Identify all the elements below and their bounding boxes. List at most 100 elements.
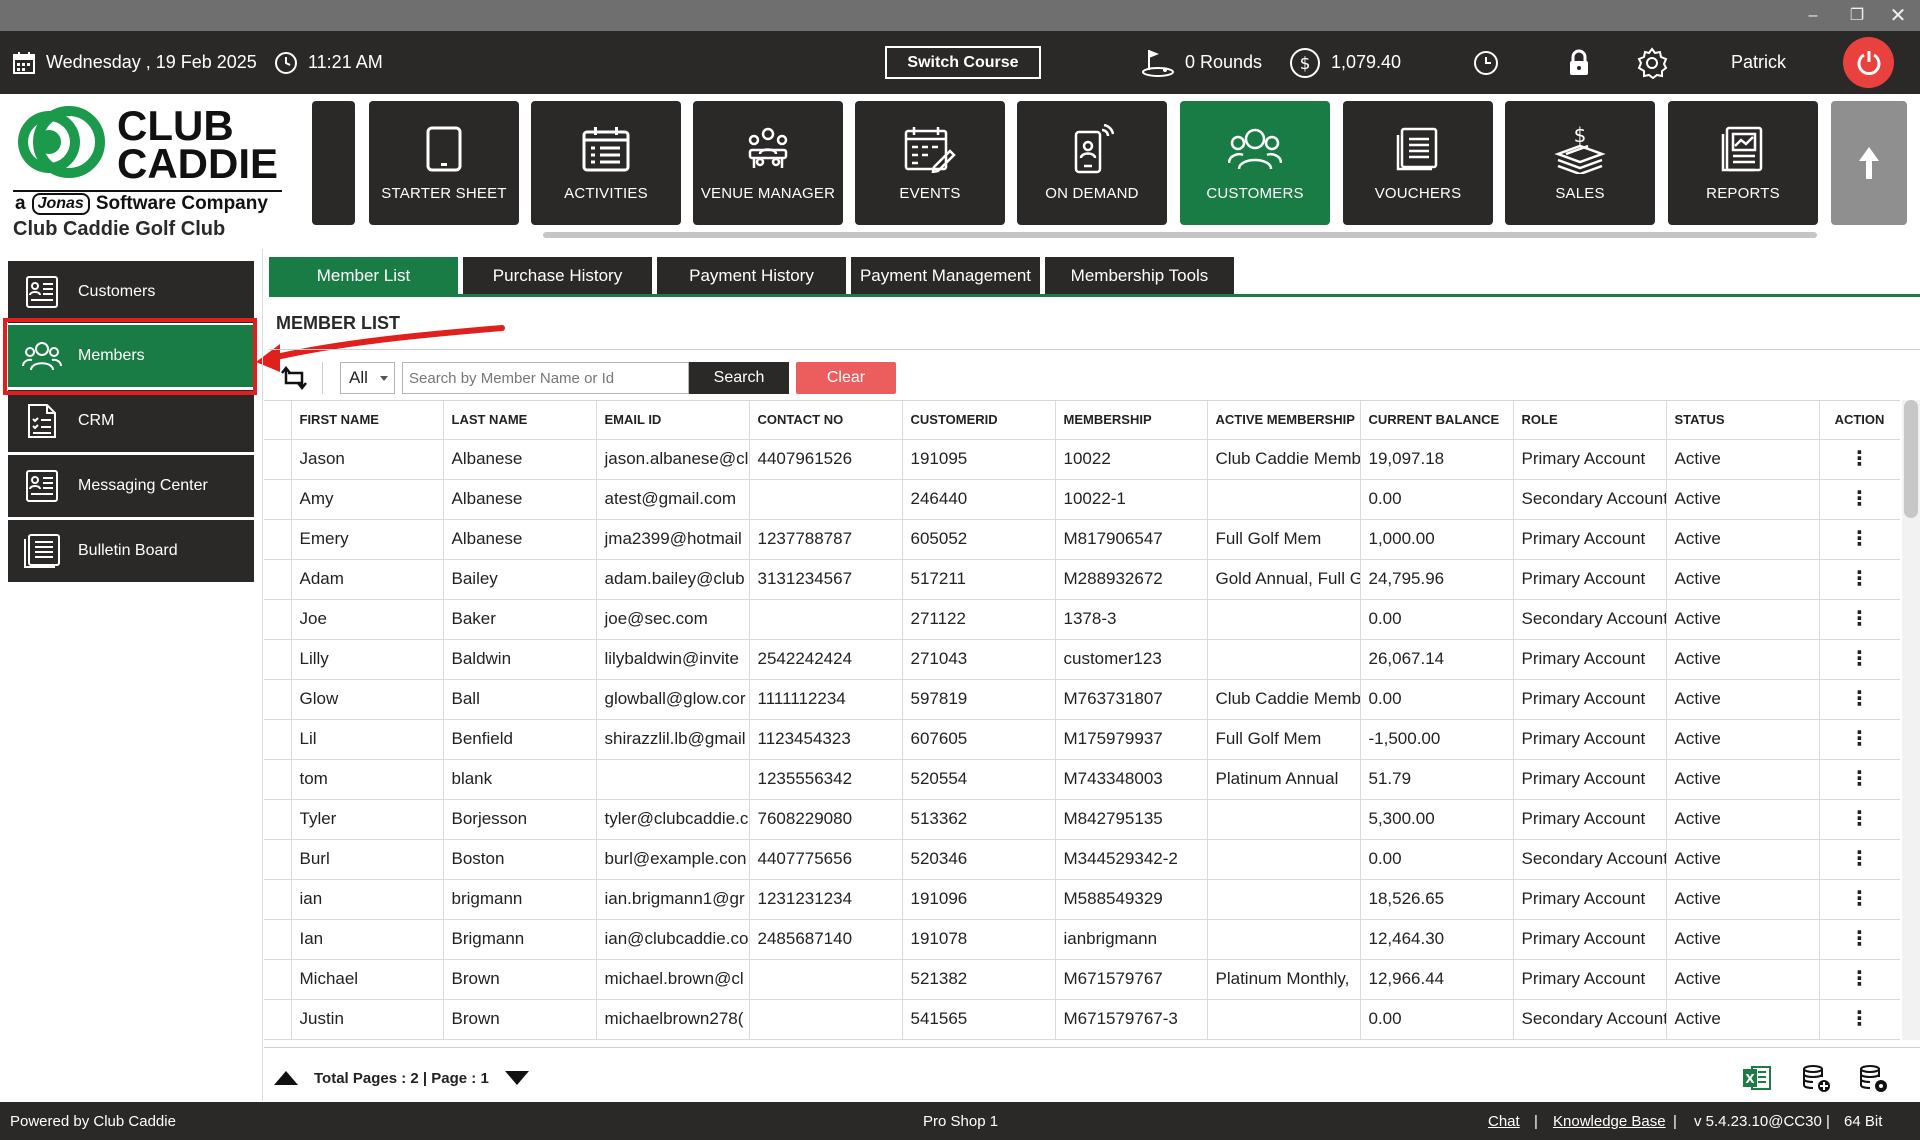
kebab-menu-icon[interactable]: ⋮ [1850, 968, 1870, 990]
kebab-menu-icon[interactable]: ⋮ [1850, 528, 1870, 550]
table-row[interactable]: Lil Benfield shirazzlil.lb@gmail 1123454323… [264, 719, 1900, 760]
kebab-menu-icon[interactable]: ⋮ [1850, 848, 1870, 870]
kebab-menu-icon[interactable]: ⋮ [1850, 768, 1870, 790]
row-selector[interactable] [264, 839, 292, 880]
member-filter-select[interactable]: All [340, 362, 395, 394]
module-scrollbar[interactable] [543, 232, 1817, 238]
next-page-icon[interactable] [504, 1071, 529, 1085]
row-action-menu[interactable]: ⋮ [1819, 479, 1900, 520]
kebab-menu-icon[interactable]: ⋮ [1850, 488, 1870, 510]
table-row[interactable]: Ian Brigmann ian@clubcaddie.co 2485687140 19… [264, 919, 1900, 960]
row-selector[interactable] [264, 759, 292, 800]
rounds-display[interactable]: 0 Rounds [1141, 31, 1262, 94]
chat-link-text[interactable]: Chat [1488, 1113, 1520, 1130]
row-action-menu[interactable]: ⋮ [1819, 559, 1900, 600]
row-selector[interactable] [264, 559, 292, 600]
table-row[interactable]: Jason Albanese jason.albanese@cl 4407961526… [264, 439, 1900, 480]
refresh-button[interactable] [276, 362, 312, 394]
row-action-menu[interactable]: ⋮ [1819, 959, 1900, 1000]
module-tile-venue-manager[interactable]: VENUE MANAGER [693, 101, 843, 225]
row-selector[interactable] [264, 519, 292, 560]
history-clock-icon[interactable] [1473, 31, 1499, 94]
kebab-menu-icon[interactable]: ⋮ [1850, 808, 1870, 830]
row-action-menu[interactable]: ⋮ [1819, 679, 1900, 720]
row-action-menu[interactable]: ⋮ [1819, 919, 1900, 960]
tab-member-list[interactable]: Member List [269, 257, 458, 295]
row-action-menu[interactable]: ⋮ [1819, 999, 1900, 1040]
column-header[interactable]: ROLE [1513, 401, 1667, 440]
row-action-menu[interactable]: ⋮ [1819, 799, 1900, 840]
lock-icon[interactable] [1567, 31, 1591, 94]
prev-page-icon[interactable] [274, 1071, 298, 1085]
table-row[interactable]: Tyler Borjesson tyler@clubcaddie.c 76082290… [264, 799, 1900, 840]
power-button[interactable] [1843, 37, 1894, 88]
chat-link[interactable]: Chat [1488, 1102, 1520, 1140]
row-selector[interactable] [264, 919, 292, 960]
table-row[interactable]: Glow Ball glowball@glow.cor 1111112234 59781… [264, 679, 1900, 720]
switch-course-button[interactable]: Switch Course [885, 46, 1041, 79]
user-name[interactable]: Patrick [1731, 31, 1786, 94]
row-selector[interactable] [264, 679, 292, 720]
column-header[interactable]: CUSTOMERID [902, 401, 1056, 440]
module-tile-on-demand[interactable]: ON DEMAND [1017, 101, 1167, 225]
table-row[interactable]: Emery Albanese jma2399@hotmail 1237788787 60… [264, 519, 1900, 560]
kebab-menu-icon[interactable]: ⋮ [1850, 688, 1870, 710]
row-action-menu[interactable]: ⋮ [1819, 519, 1900, 560]
row-selector[interactable] [264, 639, 292, 680]
balance-display[interactable]: $ 1,079.40 [1289, 31, 1401, 94]
tab-payment-management[interactable]: Payment Management [851, 257, 1040, 295]
column-header[interactable]: ACTIVE MEMBERSHIP [1207, 401, 1361, 440]
column-header[interactable]: CONTACT NO [749, 401, 903, 440]
sidebar-item-customers[interactable]: Customers [8, 261, 254, 323]
knowledge-base-link-text[interactable]: Knowledge Base [1553, 1113, 1666, 1130]
row-action-menu[interactable]: ⋮ [1819, 759, 1900, 800]
row-selector[interactable] [264, 599, 292, 640]
sidebar-item-crm[interactable]: CRM [8, 390, 254, 452]
module-tile-reports[interactable]: REPORTS [1668, 101, 1818, 225]
module-tile-sales[interactable]: $ SALES [1505, 101, 1655, 225]
table-row[interactable]: Burl Boston burl@example.con 4407775656 5203… [264, 839, 1900, 880]
database-settings-icon[interactable] [1857, 1062, 1889, 1094]
table-row[interactable]: Justin Brown michaelbrown278(541565 M671579… [264, 999, 1900, 1040]
row-action-menu[interactable]: ⋮ [1819, 719, 1900, 760]
row-action-menu[interactable]: ⋮ [1819, 839, 1900, 880]
close-icon[interactable]: ✕ [1883, 4, 1913, 28]
collapse-up-button[interactable] [1831, 101, 1907, 225]
table-row[interactable]: Amy Albanese atest@gmail.com 246440 10022-1 0… [264, 479, 1900, 520]
table-row[interactable]: ian brigmann ian.brigmann1@gr 1231231234 191… [264, 879, 1900, 920]
kebab-menu-icon[interactable]: ⋮ [1850, 448, 1870, 470]
kebab-menu-icon[interactable]: ⋮ [1850, 648, 1870, 670]
tab-membership-tools[interactable]: Membership Tools [1045, 257, 1234, 295]
member-search-input[interactable] [402, 362, 689, 394]
module-tile-activities[interactable]: ACTIVITIES [531, 101, 681, 225]
kebab-menu-icon[interactable]: ⋮ [1850, 928, 1870, 950]
module-scroll-left[interactable] [312, 101, 355, 225]
kebab-menu-icon[interactable]: ⋮ [1850, 1008, 1870, 1030]
row-action-menu[interactable]: ⋮ [1819, 639, 1900, 680]
search-button[interactable]: Search [689, 362, 789, 394]
column-header[interactable]: ACTION [1819, 401, 1900, 440]
kebab-menu-icon[interactable]: ⋮ [1850, 728, 1870, 750]
table-row[interactable]: Lilly Baldwin lilybaldwin@invite 2542242424… [264, 639, 1900, 680]
restore-icon[interactable]: ❐ [1842, 4, 1872, 28]
database-add-icon[interactable] [1800, 1062, 1832, 1094]
row-action-menu[interactable]: ⋮ [1819, 879, 1900, 920]
tab-purchase-history[interactable]: Purchase History [463, 257, 652, 295]
knowledge-base-link[interactable]: Knowledge Base [1553, 1102, 1666, 1140]
table-row[interactable]: tom blank 1235556342 520554 M743348003 Platin… [264, 759, 1900, 800]
table-row[interactable]: Adam Bailey adam.bailey@club 3131234567 5172… [264, 559, 1900, 600]
row-action-menu[interactable]: ⋮ [1819, 599, 1900, 640]
kebab-menu-icon[interactable]: ⋮ [1850, 888, 1870, 910]
sidebar-item-members[interactable]: Members [8, 325, 254, 387]
sidebar-item-messaging-center[interactable]: Messaging Center [8, 455, 254, 517]
column-header[interactable]: CURRENT BALANCE [1360, 401, 1514, 440]
row-selector[interactable] [264, 879, 292, 920]
module-tile-vouchers[interactable]: VOUCHERS [1343, 101, 1493, 225]
sidebar-item-bulletin-board[interactable]: Bulletin Board [8, 520, 254, 582]
column-header[interactable]: FIRST NAME [291, 401, 444, 440]
clear-button[interactable]: Clear [796, 362, 896, 394]
module-tile-customers[interactable]: CUSTOMERS [1180, 101, 1330, 225]
module-tile-events[interactable]: EVENTS [855, 101, 1005, 225]
table-scrollbar-thumb[interactable] [1904, 400, 1918, 518]
kebab-menu-icon[interactable]: ⋮ [1850, 608, 1870, 630]
